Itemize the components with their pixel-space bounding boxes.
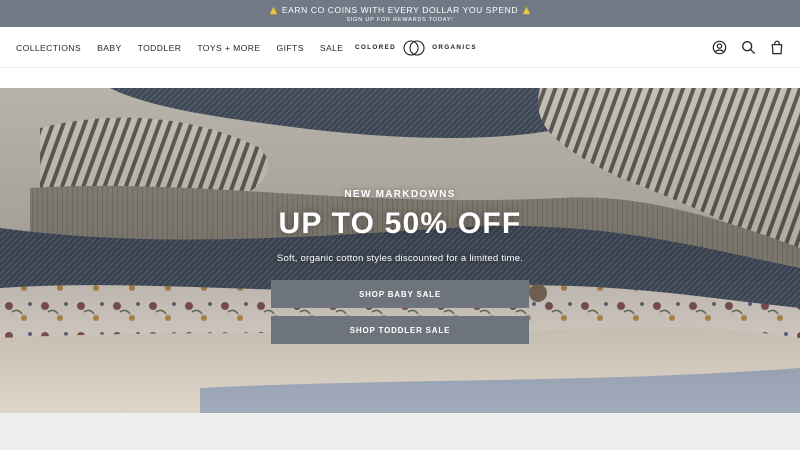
- announcement-main: EARN CO COINS WITH EVERY DOLLAR YOU SPEN…: [0, 0, 800, 15]
- search-icon[interactable]: [741, 40, 756, 55]
- shop-baby-sale-button[interactable]: SHOP BABY SALE: [271, 280, 529, 308]
- nav-item-toys-more[interactable]: TOYS + MORE: [197, 43, 260, 53]
- nav-item-collections[interactable]: COLLECTIONS: [16, 43, 81, 53]
- nav-item-sale[interactable]: SALE: [320, 43, 344, 53]
- co-logo-icon: [403, 39, 425, 56]
- nav-item-baby[interactable]: BABY: [97, 43, 122, 53]
- account-icon[interactable]: [712, 40, 727, 55]
- shop-toddler-sale-button[interactable]: SHOP TODDLER SALE: [271, 316, 529, 344]
- hero-content: NEW MARKDOWNS UP TO 50% OFF Soft, organi…: [0, 88, 800, 413]
- site-header: COLLECTIONS BABY TODDLER TOYS + MORE GIF…: [0, 27, 800, 68]
- hero-subtext: Soft, organic cotton styles discounted f…: [276, 253, 524, 264]
- nav-item-toddler[interactable]: TODDLER: [138, 43, 182, 53]
- announcement-main-text: EARN CO COINS WITH EVERY DOLLAR YOU SPEN…: [281, 5, 519, 15]
- announcement-bar[interactable]: EARN CO COINS WITH EVERY DOLLAR YOU SPEN…: [0, 0, 800, 27]
- main-nav: COLLECTIONS BABY TODDLER TOYS + MORE GIF…: [16, 27, 359, 68]
- coin-icon: [522, 5, 531, 14]
- nav-item-gifts[interactable]: GIFTS: [277, 43, 304, 53]
- brand-logo[interactable]: COLORED ORGANICS: [355, 27, 477, 68]
- hero-eyebrow: NEW MARKDOWNS: [344, 189, 456, 200]
- announcement-sub[interactable]: SIGN UP FOR REWARDS TODAY!: [0, 17, 800, 23]
- next-section: [0, 413, 800, 450]
- hero-headline: UP TO 50% OFF: [278, 207, 522, 240]
- header-icons: [712, 27, 784, 68]
- logo-text-left: COLORED: [355, 44, 397, 51]
- cart-icon[interactable]: [770, 40, 784, 55]
- hero-banner[interactable]: NEW MARKDOWNS UP TO 50% OFF Soft, organi…: [0, 88, 800, 413]
- coin-icon: [269, 5, 278, 14]
- logo-text-right: ORGANICS: [432, 44, 477, 51]
